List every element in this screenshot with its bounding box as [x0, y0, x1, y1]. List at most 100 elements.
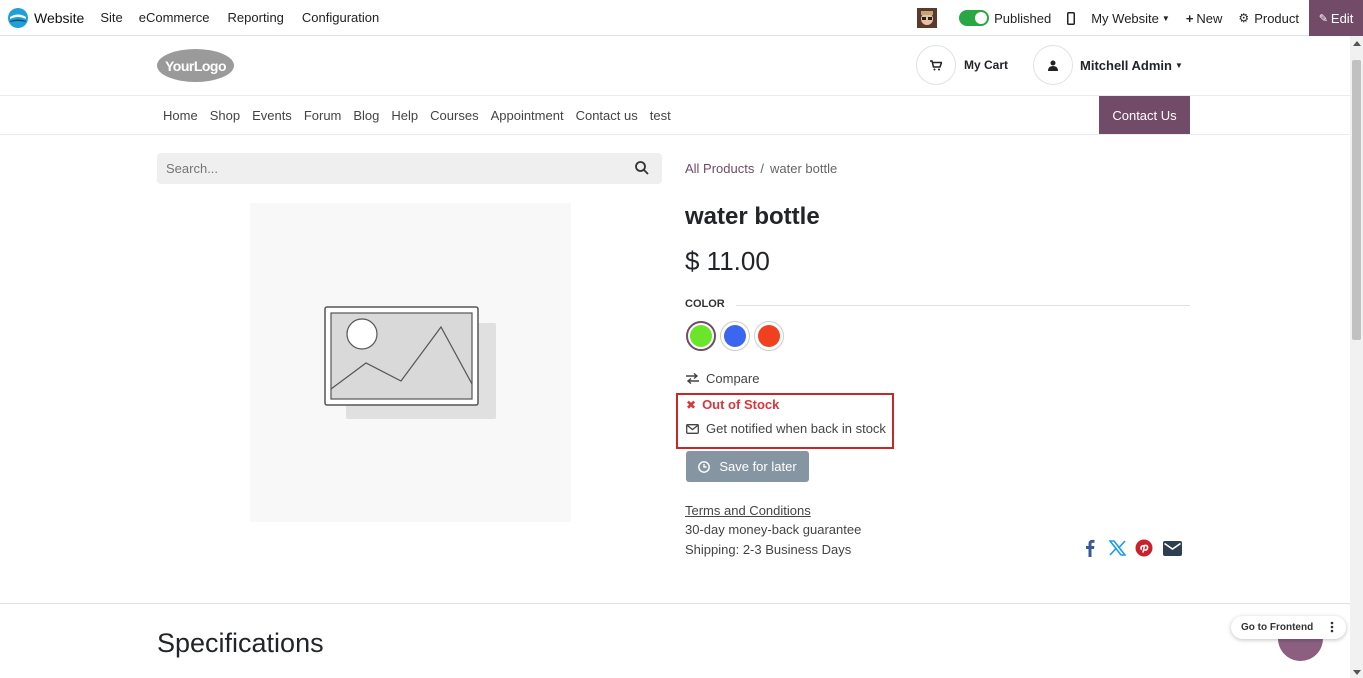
notify-label: Get notified when back in stock — [706, 421, 886, 436]
specifications-heading: Specifications — [157, 628, 324, 658]
swatch-dot — [724, 325, 746, 347]
color-swatch-blue[interactable] — [720, 321, 750, 351]
section-divider — [0, 603, 1350, 604]
breadcrumb-current: water bottle — [770, 161, 838, 176]
caret-down-icon: ▼ — [1174, 60, 1183, 70]
guarantee-text: 30-day money-back guarantee — [685, 522, 862, 537]
mobile-icon — [1067, 11, 1076, 25]
site-header: YourLogo My Cart Mitchell Admin ▼ — [0, 36, 1350, 96]
product-price: $ 11.00 — [685, 246, 770, 276]
color-swatch-green[interactable] — [686, 321, 716, 351]
site-logo[interactable]: YourLogo — [157, 49, 234, 82]
user-name: Mitchell Admin — [1080, 57, 1172, 73]
x-twitter-icon[interactable] — [1109, 540, 1126, 556]
caret-down-icon: ▼ — [1161, 13, 1170, 23]
swatch-dot — [758, 325, 780, 347]
new-button[interactable]: + New — [1186, 11, 1223, 26]
product-title: water bottle — [685, 203, 820, 230]
scroll-down-arrow-icon[interactable] — [1353, 670, 1361, 675]
exchange-icon — [686, 373, 699, 384]
nav-item-shop[interactable]: Shop — [204, 108, 246, 123]
menu-site[interactable]: Site — [100, 10, 122, 25]
cart-icon-wrap — [916, 45, 956, 85]
terms-and-conditions-link[interactable]: Terms and Conditions — [685, 503, 811, 518]
shipping-text: Shipping: 2-3 Business Days — [685, 542, 852, 557]
pencil-icon: ✎ — [1318, 12, 1328, 25]
page-scrollbar[interactable] — [1350, 36, 1363, 678]
product-settings-button[interactable]: ⚙ Product — [1238, 11, 1299, 26]
user-menu[interactable]: Mitchell Admin ▼ — [1033, 45, 1183, 85]
color-swatch-red[interactable] — [754, 321, 784, 351]
nav-item-help[interactable]: Help — [385, 108, 424, 123]
facebook-icon[interactable] — [1085, 539, 1095, 557]
cart-button[interactable]: My Cart — [916, 45, 1008, 85]
envelope-icon — [686, 423, 699, 434]
cart-label: My Cart — [964, 58, 1009, 72]
scroll-up-arrow-icon[interactable] — [1353, 41, 1361, 46]
save-for-later-label: Save for later — [719, 459, 797, 474]
go-to-frontend-button[interactable]: Go to Frontend — [1241, 622, 1313, 633]
nav-item-events[interactable]: Events — [246, 108, 298, 123]
product-label: Product — [1254, 10, 1299, 26]
compare-button[interactable]: Compare — [686, 371, 759, 386]
user-icon-wrap — [1033, 45, 1073, 85]
notify-back-in-stock-link[interactable]: Get notified when back in stock — [686, 421, 886, 436]
app-switcher[interactable]: Website — [8, 7, 92, 28]
product-image-placeholder[interactable] — [250, 203, 571, 522]
vertical-ellipsis-icon[interactable] — [1324, 619, 1340, 635]
pinterest-icon[interactable] — [1135, 539, 1153, 557]
cart-icon — [930, 59, 942, 70]
nav-item-contact-us[interactable]: Contact us — [570, 108, 644, 123]
clock-icon — [698, 460, 711, 473]
new-label: New — [1196, 10, 1223, 26]
toggle-switch[interactable] — [959, 10, 990, 26]
stock-status: ✖ Out of Stock — [686, 397, 779, 412]
gear-icon: ⚙ — [1238, 11, 1250, 25]
nav-item-appointment[interactable]: Appointment — [485, 108, 570, 123]
times-icon: ✖ — [686, 397, 697, 412]
published-label: Published — [994, 10, 1052, 26]
nav-menu: Home Shop Events Forum Blog Help Courses… — [157, 96, 677, 135]
breadcrumb: All Products / water bottle — [685, 161, 837, 176]
search-input[interactable] — [157, 153, 617, 184]
breadcrumb-separator: / — [760, 161, 764, 176]
plus-icon: + — [1185, 10, 1194, 26]
app-name: Website — [34, 9, 85, 26]
color-attribute-label: COLOR — [685, 298, 725, 310]
nav-item-blog[interactable]: Blog — [347, 108, 385, 123]
compare-label: Compare — [706, 371, 760, 386]
stock-status-label: Out of Stock — [702, 397, 780, 412]
topbar-actions: Published My Website ▼ + New ⚙ Product ✎… — [917, 0, 1363, 36]
user-icon — [1048, 60, 1058, 71]
mobile-preview-button[interactable] — [1067, 11, 1076, 25]
website-switcher[interactable]: My Website ▼ — [1091, 11, 1170, 26]
main-navigation: Home Shop Events Forum Blog Help Courses… — [0, 96, 1350, 135]
scrollbar-thumb[interactable] — [1352, 60, 1361, 340]
product-search — [157, 153, 662, 184]
published-toggle[interactable]: Published — [959, 10, 1051, 26]
share-links — [1085, 539, 1182, 557]
go-to-frontend-pill: Go to Frontend — [1231, 616, 1346, 639]
website-app-icon — [8, 7, 28, 28]
nav-item-forum[interactable]: Forum — [298, 108, 348, 123]
edit-button[interactable]: ✎ Edit — [1309, 0, 1363, 36]
nav-item-courses[interactable]: Courses — [424, 108, 484, 123]
user-avatar-small[interactable] — [917, 8, 938, 28]
menu-configuration[interactable]: Configuration — [302, 10, 379, 25]
nav-item-test[interactable]: test — [644, 108, 677, 123]
logo-text: YourLogo — [164, 57, 227, 74]
search-icon[interactable] — [635, 161, 649, 175]
email-icon[interactable] — [1163, 540, 1182, 556]
save-for-later-button[interactable]: Save for later — [686, 451, 809, 482]
website-editor-topbar: Website Site eCommerce Reporting Configu… — [0, 0, 1363, 36]
contact-us-button[interactable]: Contact Us — [1099, 96, 1190, 134]
edit-label: Edit — [1330, 10, 1354, 26]
attribute-divider — [736, 305, 1190, 306]
image-placeholder-icon — [324, 306, 496, 419]
menu-reporting[interactable]: Reporting — [228, 10, 284, 25]
avatar-face-icon — [917, 8, 938, 28]
breadcrumb-all-products[interactable]: All Products — [685, 161, 754, 176]
menu-ecommerce[interactable]: eCommerce — [139, 10, 210, 25]
swatch-dot — [690, 325, 712, 347]
nav-item-home[interactable]: Home — [157, 108, 204, 123]
